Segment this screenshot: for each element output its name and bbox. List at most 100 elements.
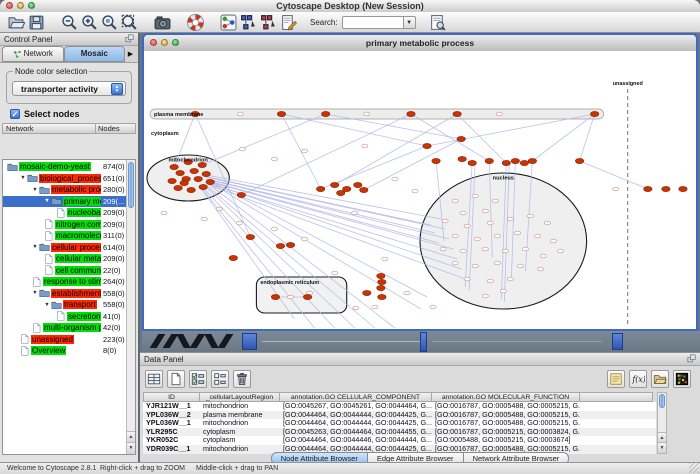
new-attribute-icon[interactable] <box>167 370 185 388</box>
tree-row-transport[interactable]: ▼transport558(0) <box>3 299 126 311</box>
column-header[interactable]: annotation.GO MOLECULAR_FUNCTION <box>432 392 580 402</box>
data-panel-toolbar-left <box>145 370 255 388</box>
expander-icon[interactable]: ▼ <box>31 244 39 250</box>
table-row[interactable]: YPL036W__2plasma membrane[GO:0044464, GO… <box>143 411 656 420</box>
svg-text:unassigned: unassigned <box>613 81 643 87</box>
tree-row-nitrogen-compo[interactable]: nitrogen compo209(0) <box>3 219 126 231</box>
tree-item-label: Overview <box>31 346 66 355</box>
tree-scrollbar-thumb[interactable] <box>128 162 134 208</box>
tree-item-label: nitrogen compo <box>55 220 101 229</box>
expander-icon[interactable]: ▼ <box>31 187 39 193</box>
unselect-attributes-icon[interactable] <box>211 370 229 388</box>
tree-column-network: Network <box>3 124 95 133</box>
attribute-table[interactable]: ID_cellularLayoutRegionannotation.GO CEL… <box>143 392 656 454</box>
zoom-fit-icon[interactable] <box>121 14 138 31</box>
close-button[interactable] <box>150 39 157 46</box>
network-view-window[interactable]: primary metabolic process plasma membran… <box>142 33 698 331</box>
tree-row-response-to-stimulu[interactable]: response to stimulu264(0) <box>3 276 126 288</box>
search-dropdown-arrow-icon[interactable]: ▼ <box>403 16 416 29</box>
tree-scrollbar[interactable]: ▲ ▼ <box>126 160 135 454</box>
tree-row-macromolecule[interactable]: macromolecule311(0) <box>3 230 126 242</box>
table-row[interactable]: YKR052Ccytoplasm[GO:0044464, GO:0044446,… <box>143 436 656 445</box>
network-window-titlebar[interactable]: primary metabolic process <box>144 35 696 52</box>
data-panel: Data Panel f(x) ID_cellularLayoutRegiona… <box>140 352 700 462</box>
gene-node <box>662 186 670 191</box>
expander-icon[interactable]: ▼ <box>43 302 51 308</box>
column-header[interactable]: ID <box>143 392 200 402</box>
help-icon[interactable] <box>187 14 204 31</box>
tree-row-overview[interactable]: Overview8(0) <box>3 345 126 357</box>
table-row[interactable]: YJR121W__1mitochondrion[GO:0045267, GO:0… <box>143 402 656 411</box>
network-tab-icon <box>13 50 22 59</box>
delete-attribute-icon[interactable] <box>233 370 251 388</box>
zoom-out-icon[interactable] <box>61 14 78 31</box>
expander-icon[interactable]: ▼ <box>43 198 51 204</box>
table-row[interactable]: YLR295Ccytoplasm[GO:0045263, GO:0044464,… <box>143 428 656 437</box>
open-session-icon[interactable] <box>8 14 25 31</box>
search-input[interactable] <box>342 16 403 29</box>
attribute-table-icon[interactable] <box>145 370 163 388</box>
tree-row-primary-metabo[interactable]: ▼primary metabo209(... <box>3 196 126 208</box>
zoom-in-icon[interactable] <box>81 14 98 31</box>
scroll-down-icon[interactable]: ▼ <box>127 442 135 454</box>
resize-grip[interactable] <box>689 463 699 473</box>
zoom-selected-icon[interactable] <box>101 14 118 31</box>
gene-node <box>468 160 476 165</box>
table-row[interactable]: YPL036W__1mitochondrion[GO:0044464, GO:0… <box>143 419 656 428</box>
tree-row-metabolic-process[interactable]: ▼metabolic process280(0) <box>3 184 126 196</box>
table-scrollbar-thumb[interactable] <box>659 394 665 408</box>
control-panel-title: Control Panel <box>4 35 52 44</box>
status-pan-hint: Middle-click + drag to PAN <box>196 465 278 472</box>
notes-icon[interactable] <box>607 370 625 388</box>
tree-item-node-count: 209(0) <box>103 220 125 229</box>
layout-red-icon[interactable] <box>260 14 277 31</box>
heatmap-icon[interactable] <box>673 370 691 388</box>
zoom-button[interactable] <box>28 2 35 9</box>
tab-overflow-icon[interactable]: ▶ <box>125 48 136 62</box>
snapshot-icon[interactable] <box>154 14 171 31</box>
tree-item-label: cellular metabo <box>55 254 101 263</box>
node-color-select[interactable]: transporter activity ▲▼ <box>12 81 126 96</box>
tab-mosaic[interactable]: Mosaic <box>64 46 126 62</box>
tab-network[interactable]: Network <box>2 46 64 62</box>
table-cell: [GO:0044464, GO:0044444, GO:0044425, G..… <box>280 411 432 420</box>
save-session-icon[interactable] <box>28 14 45 31</box>
svg-text:f(x): f(x) <box>631 375 645 384</box>
annotation-icon[interactable] <box>280 14 297 31</box>
tree-row-nucleobase-[interactable]: nucleobase-209(0) <box>3 207 126 219</box>
table-scrollbar[interactable]: ▲ ▼ <box>657 392 667 454</box>
zoom-button[interactable] <box>172 39 179 46</box>
expander-icon[interactable]: ▼ <box>19 175 27 181</box>
minimize-button[interactable] <box>17 2 24 9</box>
tree-row-establishment-of-lo[interactable]: ▼establishment of lo558(0) <box>3 288 126 300</box>
network-canvas[interactable]: plasma membranecytoplasmmitochondrionnuc… <box>144 51 696 329</box>
close-button[interactable] <box>6 2 13 9</box>
gene-node <box>363 290 371 295</box>
expander-icon[interactable]: ▼ <box>31 290 39 296</box>
column-header[interactable]: _cellularLayoutRegion <box>200 392 280 402</box>
search-filter-icon[interactable] <box>429 14 446 31</box>
float-panel-icon[interactable] <box>687 354 696 365</box>
float-panel-icon[interactable] <box>125 34 134 45</box>
network-tree-header: Network Nodes <box>2 123 136 134</box>
tree-row-cellular-metabo[interactable]: cellular metabo209(0) <box>3 253 126 265</box>
gene-node <box>199 184 207 189</box>
tree-row-cell-communicat[interactable]: cell communicat22(0) <box>3 265 126 277</box>
tree-row-mosaic-demo-yeast[interactable]: mosaic-demo-yeast874(0) <box>3 161 126 173</box>
column-header[interactable]: annotation.GO CELLULAR_COMPONENT <box>280 392 432 402</box>
tree-item-label: mosaic-demo-yeast <box>19 162 91 171</box>
gene-node <box>180 180 188 185</box>
select-nodes-checkbox[interactable]: ✓ <box>10 109 20 119</box>
tree-row-cellular-process[interactable]: ▼cellular process614(0) <box>3 242 126 254</box>
select-attributes-icon[interactable] <box>189 370 207 388</box>
tree-row-unassigned[interactable]: unassigned223(0) <box>3 334 126 346</box>
vizmapper-icon[interactable] <box>220 14 237 31</box>
tree-row-secretion[interactable]: secretion41(0) <box>3 311 126 323</box>
minimize-button[interactable] <box>161 39 168 46</box>
layout-blue-icon[interactable] <box>240 14 257 31</box>
tree-row-multi-organism-pro[interactable]: multi-organism pro42(0) <box>3 322 126 334</box>
data-panel-header: Data Panel <box>140 353 700 366</box>
function-builder-icon[interactable]: f(x) <box>629 370 647 388</box>
tree-row-biological-process[interactable]: ▼biological_process651(0) <box>3 173 126 185</box>
import-attributes-icon[interactable] <box>651 370 669 388</box>
